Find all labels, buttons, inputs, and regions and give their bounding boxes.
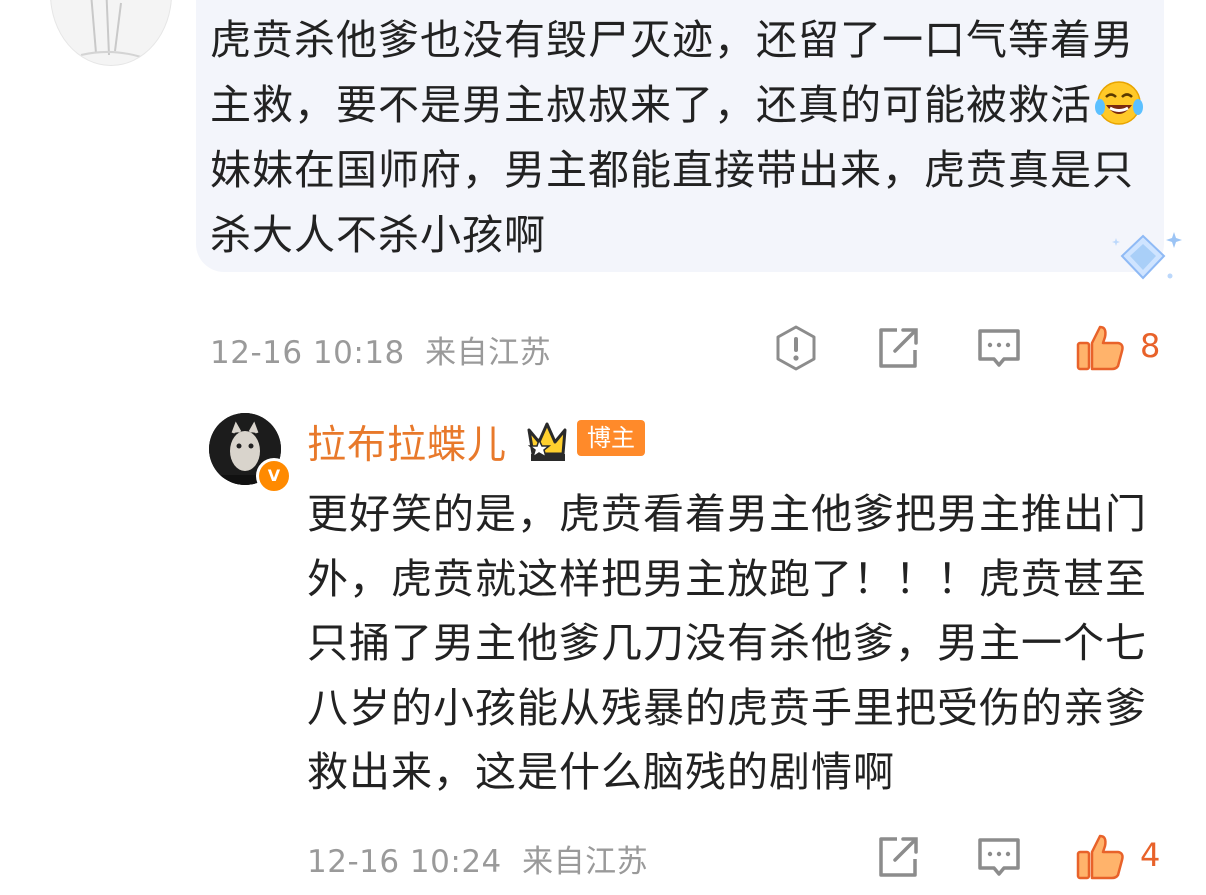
diamond-sparkle-icon <box>1106 228 1188 286</box>
like-count: 8 <box>1140 327 1161 365</box>
comment-time: 12-16 10:18 <box>210 335 405 371</box>
blogger-badge: 博主 <box>577 420 645 456</box>
comment-text: 虎贲杀他爹也没有毁尸灭迹，还留了一口气等着男主救，要不是男主叔叔来了，还真的可能… <box>210 8 1160 268</box>
thumbs-up-icon <box>1074 830 1128 884</box>
verified-badge: V <box>256 458 292 494</box>
reply-share-icon[interactable] <box>873 832 923 882</box>
thumbs-up-icon <box>1074 321 1128 375</box>
comment-icon[interactable] <box>974 323 1024 373</box>
commenter-avatar[interactable] <box>50 0 172 66</box>
laughing-tears-emoji-icon <box>1094 77 1144 127</box>
like-button[interactable]: 8 <box>1074 321 1164 375</box>
reply-meta: 12-16 10:24 来自江苏 <box>307 836 648 881</box>
comment-text-part-1: 虎贲杀他爹也没有毁尸灭迹，还留了一口气等着男主救，要不是男主叔叔来了，还真的可能… <box>210 16 1134 129</box>
reply-comment-icon[interactable] <box>974 832 1024 882</box>
report-icon[interactable] <box>771 323 821 373</box>
reply-time: 12-16 10:24 <box>307 844 502 880</box>
reply-location: 来自江苏 <box>522 844 649 880</box>
comment-text-part-2: 妹妹在国师府，男主都能直接带出来，虎贲真是只杀大人不杀小孩啊 <box>210 146 1134 259</box>
crown-tv-icon <box>525 418 581 464</box>
reply-like-count: 4 <box>1140 836 1161 874</box>
reply-text: 更好笑的是，虎贲看着男主他爹把男主推出门外，虎贲就这样把男主放跑了！！！虎贲甚至… <box>307 490 1147 796</box>
reply-username[interactable]: 拉布拉蝶儿 <box>307 414 507 470</box>
comment-meta: 12-16 10:18 来自江苏 <box>210 327 551 372</box>
share-icon[interactable] <box>873 323 923 373</box>
comment-location: 来自江苏 <box>425 335 552 371</box>
reply-like-button[interactable]: 4 <box>1074 830 1164 884</box>
